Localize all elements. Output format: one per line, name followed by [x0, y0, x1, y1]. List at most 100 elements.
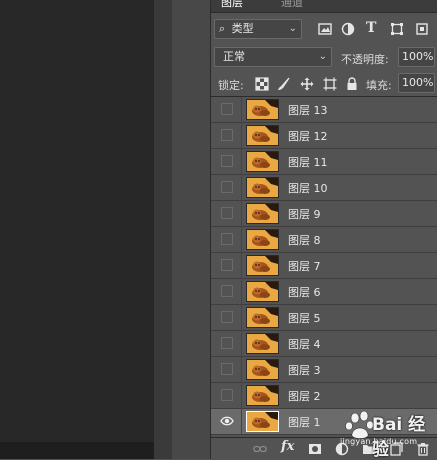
opacity-field[interactable]: 100%	[398, 47, 435, 67]
dog-thumbnail-icon	[247, 152, 278, 171]
row-divider	[241, 331, 242, 357]
layer-row[interactable]: 图层 3	[211, 357, 437, 383]
layer-name: 图层 5	[288, 312, 321, 325]
layer-mask-icon[interactable]	[308, 442, 322, 456]
dog-thumbnail-icon	[247, 308, 278, 327]
blend-mode-select[interactable]: 正常 ⌄	[214, 47, 332, 67]
layer-thumbnail[interactable]	[246, 99, 279, 120]
layer-name: 图层 9	[288, 208, 321, 221]
visibility-toggle[interactable]	[221, 311, 233, 323]
chevron-down-icon: ⌄	[318, 51, 327, 62]
visibility-toggle[interactable]	[221, 155, 233, 167]
row-divider	[241, 383, 242, 409]
layer-thumbnail[interactable]	[246, 177, 279, 198]
filter-kind-label: 类型	[231, 22, 254, 35]
layer-thumbnail[interactable]	[246, 151, 279, 172]
panel-tab-bar: 图层 通道	[211, 0, 437, 13]
layer-thumbnail[interactable]	[246, 125, 279, 146]
lock-artboard-icon[interactable]	[323, 77, 337, 91]
lock-image-icon[interactable]	[277, 77, 291, 91]
visibility-toggle[interactable]	[221, 233, 233, 245]
row-divider	[241, 97, 242, 123]
layer-row[interactable]: 图层 11	[211, 149, 437, 175]
tab-layers[interactable]: 图层	[221, 0, 243, 10]
dog-thumbnail-icon	[247, 100, 278, 119]
row-divider	[241, 305, 242, 331]
layer-thumbnail[interactable]	[246, 333, 279, 354]
fill-field[interactable]: 100%	[398, 73, 435, 93]
layer-thumbnail[interactable]	[246, 255, 279, 276]
blend-mode-value: 正常	[223, 50, 245, 63]
dog-thumbnail-icon	[247, 178, 278, 197]
layer-name: 图层 3	[288, 364, 321, 377]
panel-dock-gutter	[154, 0, 172, 459]
fill-label: 填充:	[366, 79, 392, 92]
dog-thumbnail-icon	[247, 126, 278, 145]
lock-all-icon[interactable]	[345, 77, 359, 91]
layer-row[interactable]: 图层 4	[211, 331, 437, 357]
visibility-toggle[interactable]	[221, 181, 233, 193]
row-divider	[241, 279, 242, 305]
visibility-toggle[interactable]	[221, 259, 233, 271]
layer-row[interactable]: 图层 9	[211, 201, 437, 227]
layer-thumbnail[interactable]	[246, 411, 279, 432]
layer-thumbnail[interactable]	[246, 203, 279, 224]
layer-thumbnail[interactable]	[246, 385, 279, 406]
smart-object-filter-icon[interactable]	[415, 22, 429, 36]
layer-thumbnail[interactable]	[246, 281, 279, 302]
layer-thumbnail[interactable]	[246, 229, 279, 250]
layer-thumbnail[interactable]	[246, 359, 279, 380]
layer-row[interactable]: 图层 10	[211, 175, 437, 201]
row-divider	[241, 175, 242, 201]
layer-name: 图层 2	[288, 390, 321, 403]
layer-row[interactable]: 图层 7	[211, 253, 437, 279]
document-canvas[interactable]	[0, 0, 154, 459]
dog-thumbnail-icon	[247, 256, 278, 275]
lock-row: 锁定: 填充: 100%	[211, 72, 437, 97]
visibility-toggle[interactable]	[221, 129, 233, 141]
eye-icon[interactable]	[220, 415, 234, 427]
type-filter-icon[interactable]: T	[366, 20, 380, 36]
layer-list: 图层 13 图层 12 图层 11 图层 10 图层 9 图层 8 图层 7 图层 6 图层 5…	[211, 97, 437, 437]
adjustment-filter-icon[interactable]	[341, 22, 355, 36]
layer-row[interactable]: 图层 5	[211, 305, 437, 331]
layer-row[interactable]: 图层 8	[211, 227, 437, 253]
dog-thumbnail-icon	[247, 282, 278, 301]
layer-filter-row: ⌕ 类型 ⌄ T	[211, 18, 437, 42]
layers-panel: 图层 通道 ⌕ 类型 ⌄ T 正常 ⌄ 不透明度: 100% 锁定: 填充: 1…	[210, 0, 437, 460]
visibility-toggle[interactable]	[221, 285, 233, 297]
row-divider	[241, 357, 242, 383]
visibility-toggle[interactable]	[221, 103, 233, 115]
dog-thumbnail-icon	[247, 412, 278, 431]
image-filter-icon[interactable]	[318, 22, 332, 36]
link-layers-icon[interactable]	[253, 442, 267, 456]
tab-channels[interactable]: 通道	[281, 0, 303, 10]
dog-thumbnail-icon	[247, 334, 278, 353]
row-divider	[241, 149, 242, 175]
visibility-toggle[interactable]	[221, 389, 233, 401]
fx-icon[interactable]: fx	[281, 439, 295, 454]
layer-row[interactable]: 图层 13	[211, 97, 437, 123]
row-divider	[241, 123, 242, 149]
layer-row[interactable]: 图层 12	[211, 123, 437, 149]
lock-label: 锁定:	[218, 79, 244, 92]
filter-kind-select[interactable]: ⌕ 类型 ⌄	[214, 19, 302, 39]
shape-filter-icon[interactable]	[390, 22, 404, 36]
layer-name: 图层 7	[288, 260, 321, 273]
visibility-toggle[interactable]	[221, 207, 233, 219]
layer-row[interactable]: 图层 6	[211, 279, 437, 305]
visibility-toggle[interactable]	[221, 337, 233, 349]
layer-thumbnail[interactable]	[246, 307, 279, 328]
dog-thumbnail-icon	[247, 386, 278, 405]
row-divider	[241, 409, 242, 435]
opacity-label: 不透明度:	[341, 53, 389, 66]
layer-name: 图层 8	[288, 234, 321, 247]
visibility-toggle[interactable]	[221, 363, 233, 375]
dog-thumbnail-icon	[247, 204, 278, 223]
row-divider	[241, 201, 242, 227]
layer-name: 图层 1	[288, 416, 321, 429]
lock-transparent-icon[interactable]	[255, 77, 269, 91]
canvas-status-bar	[0, 442, 154, 459]
row-divider	[241, 227, 242, 253]
lock-position-icon[interactable]	[300, 77, 314, 91]
